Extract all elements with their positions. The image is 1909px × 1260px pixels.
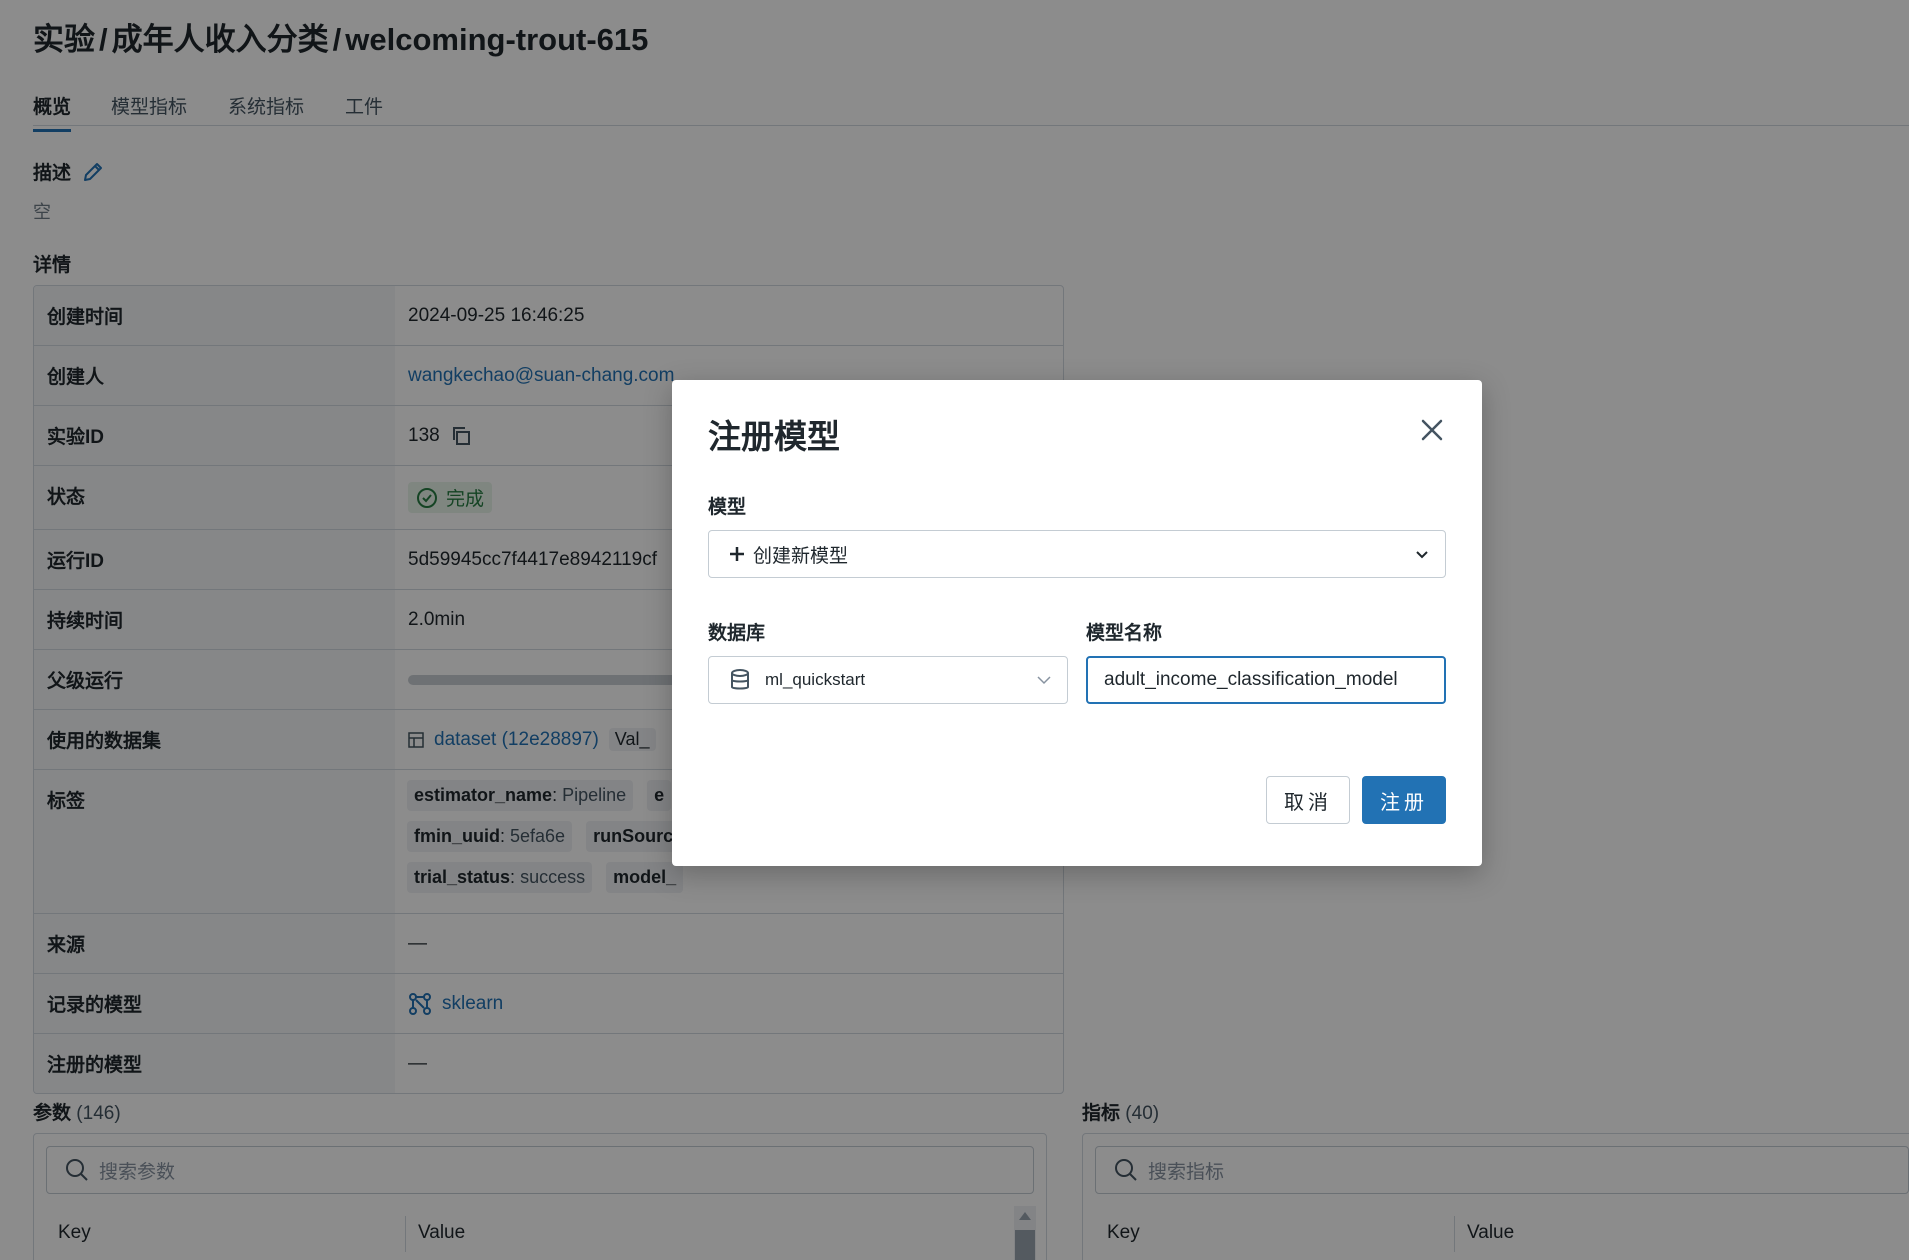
model-name-input[interactable] — [1086, 656, 1446, 704]
register-model-dialog: 注册模型 模型 创建新模型 数据库 ml_quickstart 模型名称 adu… — [672, 380, 1482, 866]
register-button[interactable]: 注册 — [1362, 776, 1446, 824]
chevron-down-icon — [1416, 551, 1428, 559]
database-icon — [731, 669, 749, 690]
model-select[interactable]: 创建新模型 — [708, 530, 1446, 578]
chevron-down-icon — [1037, 676, 1051, 685]
close-icon[interactable] — [1418, 416, 1446, 444]
plus-icon — [730, 547, 744, 561]
dialog-title: 注册模型 — [708, 418, 840, 455]
model-label: 模型 — [708, 497, 747, 518]
database-select[interactable]: ml_quickstart — [708, 656, 1068, 704]
database-label: 数据库 — [708, 623, 766, 644]
model-name-label: 模型名称 — [1086, 623, 1163, 644]
cancel-button[interactable]: 取消 — [1266, 776, 1350, 824]
